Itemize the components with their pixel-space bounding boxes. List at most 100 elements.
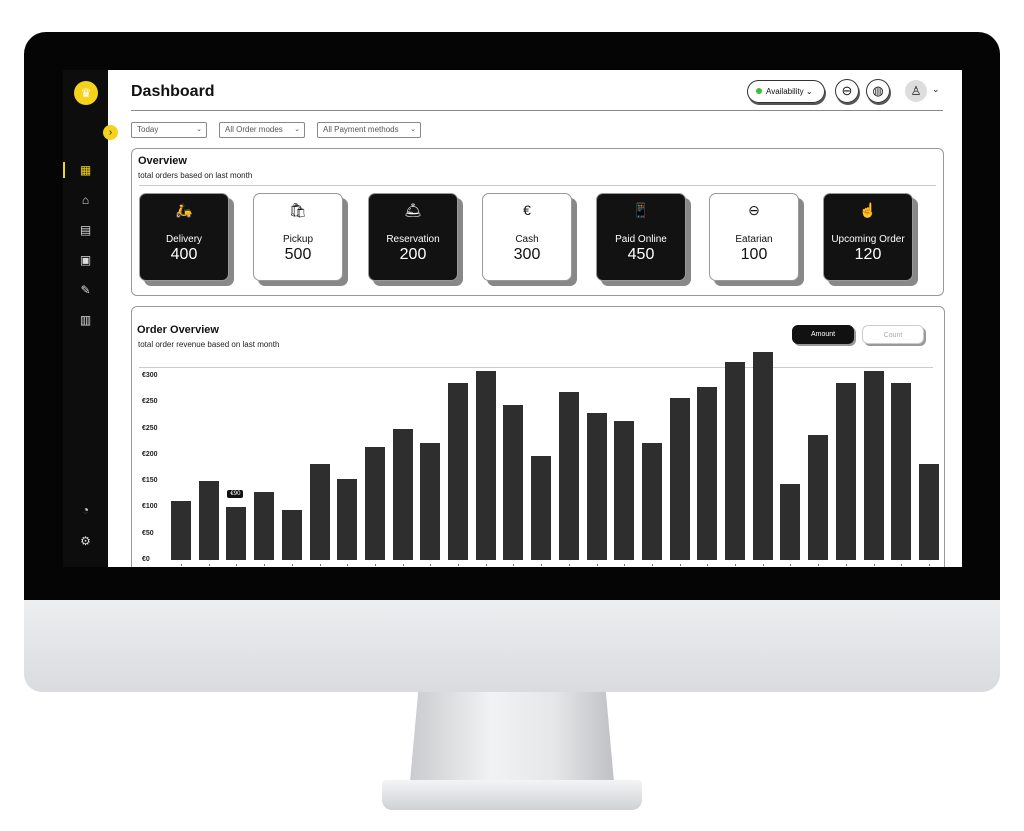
sidebar-item-settings[interactable]: ⚙ (63, 531, 108, 551)
stat-card-cash[interactable]: € Cash 300 (482, 193, 572, 281)
bar[interactable] (448, 383, 468, 560)
bar[interactable] (420, 442, 441, 560)
overview-divider (139, 185, 936, 186)
bar[interactable] (808, 434, 829, 560)
payment-method-filter-value: All Payment methods (323, 125, 399, 134)
bar[interactable] (669, 397, 690, 560)
globe-icon[interactable]: ◍ (866, 79, 890, 103)
user-icon[interactable]: ♙ (905, 80, 927, 102)
stat-card-eatarian[interactable]: ⊖ Eatarian 100 (709, 193, 799, 281)
x-tick (762, 564, 764, 566)
y-tick-label: €50 (142, 529, 154, 537)
sidebar-item-orders[interactable]: ⌂ (63, 190, 108, 210)
card-label: Delivery (165, 234, 203, 245)
y-tick-label: €150 (142, 477, 158, 485)
x-tick (735, 564, 736, 566)
sidebar-item-marketing[interactable]: ✎ (63, 280, 108, 300)
sidebar-item-reservations[interactable]: ▣ (63, 250, 108, 270)
bar[interactable] (337, 478, 358, 560)
availability-label: Availability (766, 87, 804, 96)
eatarian-logo-icon[interactable]: ⊖ (835, 79, 859, 103)
calendar-icon: ▤ (79, 223, 92, 237)
bar[interactable] (752, 351, 773, 560)
chef-icon[interactable]: ♛ (74, 81, 98, 105)
stat-card-reservation[interactable]: 🛎 Reservation 200 (368, 193, 458, 281)
euro-coin-icon: € (523, 202, 531, 218)
bar[interactable] (780, 483, 801, 560)
bar[interactable] (918, 463, 939, 560)
bar[interactable] (863, 370, 884, 560)
bar[interactable] (475, 370, 496, 560)
date-filter[interactable]: Today ⌄ (131, 122, 207, 138)
calendar-plus-icon: ▣ (79, 253, 92, 267)
bar[interactable] (531, 455, 552, 560)
expand-sidebar-button[interactable]: › (103, 125, 118, 140)
chevron-down-icon: ⌄ (294, 126, 300, 133)
overview-subtitle: total orders based on last month (138, 171, 253, 180)
order-overview-title: Order Overview (137, 324, 219, 336)
stat-card-pickup[interactable]: 🛍 Pickup 500 (253, 193, 343, 281)
bar[interactable] (254, 491, 275, 560)
card-value: 400 (170, 246, 198, 263)
order-mode-filter[interactable]: All Order modes ⌄ (219, 122, 305, 138)
bar[interactable] (697, 386, 718, 560)
bar[interactable] (558, 392, 579, 560)
sidebar-item-calendar[interactable]: ▤ (63, 220, 108, 240)
x-tick (513, 564, 515, 566)
takeaway-bag-icon: 🛍 (289, 202, 307, 218)
x-tick (818, 564, 820, 566)
sidebar-item-speed[interactable]: ◔ (63, 500, 108, 520)
card-value: 500 (284, 246, 312, 263)
gear-icon: ⚙ (80, 534, 91, 548)
x-tick (347, 564, 349, 566)
stat-card-paid-online[interactable]: 📱 Paid Online 450 (596, 193, 686, 281)
bar[interactable] (198, 480, 219, 560)
phone-euro-icon: 📱 (632, 202, 650, 218)
x-tick (624, 564, 626, 566)
order-overview-subtitle: total order revenue based on last month (138, 340, 280, 349)
bar[interactable] (641, 442, 662, 560)
bar-tooltip: €90 (227, 490, 244, 499)
bar[interactable] (281, 509, 302, 560)
bar[interactable] (835, 383, 856, 560)
x-tick (596, 564, 598, 566)
bar[interactable] (392, 429, 413, 560)
count-toggle[interactable]: Count (862, 325, 924, 344)
bar[interactable] (614, 421, 635, 560)
tablet-touch-icon: ☝ (859, 202, 877, 218)
amount-toggle[interactable]: Amount (792, 325, 854, 344)
bar[interactable] (226, 507, 247, 560)
bar[interactable] (364, 446, 385, 560)
x-tick (845, 564, 847, 566)
card-value: 100 (740, 246, 768, 263)
bar[interactable] (309, 463, 330, 560)
bar[interactable] (171, 500, 191, 560)
bar[interactable] (891, 383, 912, 560)
x-tick (485, 564, 487, 566)
bar[interactable] (725, 361, 745, 560)
sidebar-item-dashboard[interactable]: ▦ (63, 160, 108, 180)
x-tick (236, 564, 238, 566)
page-title: Dashboard (131, 83, 215, 100)
cloche-icon: 🛎 (404, 202, 422, 218)
card-label: Eatarian (735, 234, 773, 245)
y-tick-label: €250 (142, 398, 158, 406)
status-dot (756, 88, 762, 94)
stat-card-delivery[interactable]: 🛵 Delivery 400 (139, 193, 229, 281)
bar[interactable] (586, 413, 607, 560)
stat-card-upcoming-order[interactable]: ☝ Upcoming Order 120 (823, 193, 913, 281)
chevron-down-icon[interactable]: ⌄ (932, 84, 940, 95)
card-value: 200 (399, 246, 427, 263)
x-tick (651, 564, 653, 566)
chevron-down-icon: ⌄ (196, 126, 202, 133)
availability-dropdown[interactable]: Availability ⌄ (747, 80, 825, 103)
bar[interactable] (503, 405, 524, 560)
sidebar-item-pos[interactable]: ▥ (63, 310, 108, 330)
overview-title: Overview (138, 155, 187, 167)
card-value: 120 (854, 246, 882, 263)
x-tick (568, 564, 570, 566)
screen: ♛ ▦ ⌂ ▤ ▣ ✎ ▥ ◔ ⚙ › Dashboard Availability ⌄ ⊖ … (63, 70, 962, 567)
y-tick-label: €250 (142, 424, 158, 432)
payment-method-filter[interactable]: All Payment methods ⌄ (317, 122, 421, 138)
date-filter-value: Today (137, 125, 159, 134)
